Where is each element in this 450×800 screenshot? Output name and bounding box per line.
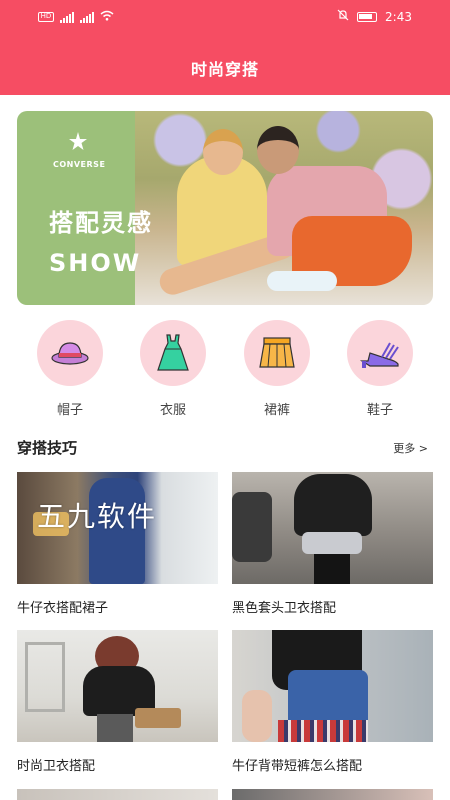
article-card[interactable]: 牛仔背带短裤怎么搭配 xyxy=(232,630,433,774)
category-label: 帽子 xyxy=(56,403,83,418)
photo-arm xyxy=(242,690,272,742)
converse-logo-icon xyxy=(69,132,87,150)
article-thumbnail xyxy=(232,472,433,584)
status-bar: HD 2:43 xyxy=(0,0,450,34)
hat-icon xyxy=(51,342,89,365)
model-head xyxy=(257,126,299,174)
article-caption: 时尚卫衣搭配 xyxy=(17,759,96,774)
article-card[interactable]: 黑色套头卫衣搭配 xyxy=(232,472,433,616)
photo-bench xyxy=(135,708,181,728)
category-skirt[interactable]: 裙裤 xyxy=(243,320,311,418)
banner-title: 搭配灵感 xyxy=(49,209,153,237)
category-label: 裙裤 xyxy=(263,403,290,418)
page-title: 时尚穿搭 xyxy=(190,60,259,79)
promo-banner[interactable]: CONVERSE 搭配灵感 SHOW xyxy=(17,111,433,305)
more-link[interactable]: 更多 > xyxy=(393,440,428,456)
skirt-icon xyxy=(259,337,295,368)
signal-icon xyxy=(60,11,74,23)
category-icon-circle xyxy=(37,320,103,386)
photo-legs xyxy=(97,714,133,742)
photo-skirt xyxy=(302,532,362,554)
heel-shoe-icon xyxy=(359,342,399,368)
banner-photo xyxy=(117,111,433,305)
article-caption: 黑色套头卫衣搭配 xyxy=(232,601,337,616)
article-card[interactable]: 牛仔衣搭配裙子 xyxy=(17,472,218,616)
clock-text: 2:43 xyxy=(385,9,412,24)
category-icon-circle xyxy=(140,320,206,386)
article-caption: 牛仔衣搭配裙子 xyxy=(17,601,109,616)
category-clothes[interactable]: 衣服 xyxy=(139,320,207,418)
photo-bystander xyxy=(232,492,272,562)
category-label: 鞋子 xyxy=(366,403,393,418)
model-shoes xyxy=(267,271,337,291)
section-title: 穿搭技巧 xyxy=(17,439,78,457)
article-thumbnail[interactable] xyxy=(232,789,433,800)
hd-badge-icon: HD xyxy=(38,12,54,22)
mute-icon xyxy=(337,9,349,24)
category-hat[interactable]: 帽子 xyxy=(36,320,104,418)
category-label: 衣服 xyxy=(159,403,186,418)
brand-name: CONVERSE xyxy=(53,160,106,169)
signal-icon xyxy=(80,11,94,23)
photo-legs xyxy=(314,554,350,584)
model-head xyxy=(203,129,243,175)
article-caption: 牛仔背带短裤怎么搭配 xyxy=(232,759,363,774)
watermark-text: 五九软件 xyxy=(37,500,158,533)
category-shoes[interactable]: 鞋子 xyxy=(346,320,414,418)
article-thumbnail xyxy=(232,630,433,742)
article-thumbnail xyxy=(17,630,218,742)
category-icon-circle xyxy=(347,320,413,386)
photo-figure xyxy=(294,474,372,536)
dress-icon xyxy=(157,334,189,371)
app-header: HD 2:43 时尚穿搭 xyxy=(0,0,450,95)
wifi-icon xyxy=(100,10,114,24)
article-card[interactable]: 时尚卫衣搭配 xyxy=(17,630,218,774)
banner-subtitle: SHOW xyxy=(49,249,142,277)
photo-window xyxy=(25,642,65,712)
photo-plaid xyxy=(278,720,368,742)
article-thumbnail[interactable] xyxy=(17,789,218,800)
category-icon-circle xyxy=(244,320,310,386)
battery-icon xyxy=(357,11,378,22)
